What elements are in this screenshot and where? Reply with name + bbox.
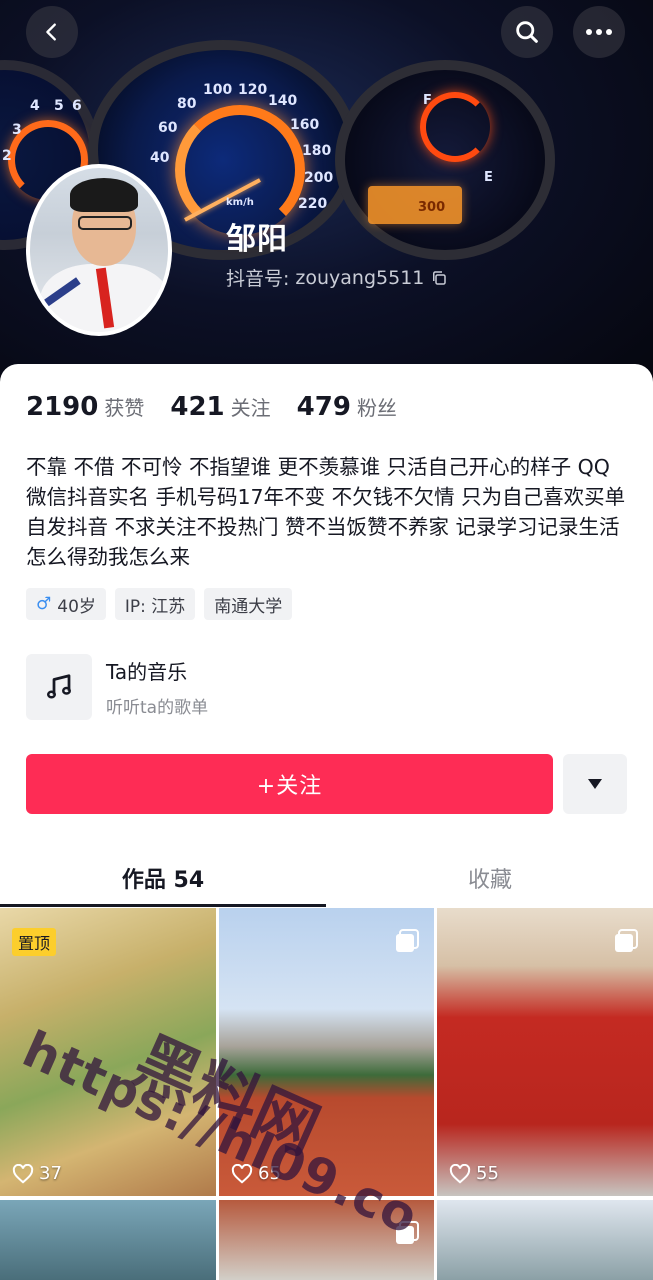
douyin-id[interactable]: 抖音号: zouyang5511 [226,264,448,291]
stat-likes[interactable]: 2190 获赞 [26,392,144,422]
tag-age: 40岁 [57,596,96,617]
tab-works[interactable]: 作品 54 [0,848,326,908]
profile-tags: ♂ 40岁 IP: 江苏 南通大学 [26,588,293,620]
douyin-id-label: 抖音号: [226,268,290,290]
multi-image-icon [396,929,419,952]
stat-following-label: 关注 [230,396,271,420]
multi-image-icon [615,929,638,952]
back-button[interactable] [26,6,78,58]
cover-odometer-reading: 300 [418,200,446,215]
stat-likes-value: 2190 [26,392,99,422]
stat-followers[interactable]: 479 粉丝 [297,392,397,422]
like-count: 37 [12,1163,62,1184]
tag-ip: IP: 江苏 [114,588,196,620]
caret-down-icon [588,779,602,789]
cover-tick: 180 [302,143,332,159]
cover-tick: 4 [30,98,40,114]
cover-tick: 200 [304,170,334,186]
content-tabs: 作品 54 收藏 [0,848,653,910]
like-count-value: 55 [476,1163,499,1184]
cover-fuel-empty: E [484,170,493,185]
more-actions-dropdown[interactable] [563,754,627,814]
cover-tick: 80 [177,96,197,112]
cover-tick: 6 [72,98,82,114]
heart-icon [12,1163,34,1183]
tab-indicator [0,904,326,907]
male-icon: ♂ [36,594,52,614]
stat-following-value: 421 [170,392,225,422]
cover-tick: 5 [54,98,64,114]
music-text: Ta的音乐 听听ta的歌单 [106,656,208,718]
cover-tick: 100 [203,82,233,98]
profile-bio: 不靠 不借 不可怜 不指望谁 更不羡慕谁 只活自己开心的样子 QQ微信抖音实名 … [26,455,626,569]
like-count-value: 37 [39,1163,62,1184]
cover-odometer [368,186,462,224]
cover-tick: 220 [298,196,328,212]
stat-followers-value: 479 [296,392,351,422]
more-horizontal-icon [586,29,612,35]
avatar[interactable] [26,164,172,336]
cover-tick: 2 [2,148,12,164]
video-thumbnail[interactable] [437,1200,653,1280]
chevron-left-icon [46,23,56,41]
stat-following[interactable]: 421 关注 [170,392,270,422]
music-entry[interactable]: Ta的音乐 听听ta的歌单 [26,654,208,720]
cover-tick: 120 [238,82,268,98]
music-note-icon [47,674,71,699]
cover-fuel-full: F [423,93,432,108]
cover-tick: 160 [290,117,320,133]
music-subtitle: 听听ta的歌单 [106,698,209,718]
video-thumbnail[interactable] [0,1200,216,1280]
stat-followers-label: 粉丝 [356,396,397,420]
profile-name: 邹阳 [226,222,288,257]
stat-likes-label: 获赞 [104,396,145,420]
more-button[interactable] [573,6,625,58]
tag-school[interactable]: 南通大学 [204,588,293,620]
music-title: Ta的音乐 [106,660,188,684]
video-thumbnail[interactable]: 55 [437,908,653,1196]
search-button[interactable] [501,6,553,58]
follow-button[interactable]: +关注 [26,754,553,814]
cover-unit: km/h [226,197,254,208]
search-icon [516,21,538,43]
copy-icon[interactable] [430,269,448,287]
stats-row: 2190 获赞 421 关注 479 粉丝 [26,392,397,422]
douyin-id-value: zouyang5511 [295,266,425,289]
cover-tick: 3 [12,122,22,138]
pinned-badge: 置顶 [12,928,57,956]
like-count: 55 [449,1163,499,1184]
heart-icon [449,1163,471,1183]
cover-tick: 40 [150,150,170,166]
music-icon-box [26,654,92,720]
cover-tick: 60 [158,120,178,136]
profile-cover: 40 60 80 100 120 140 160 180 200 220 5 6… [0,0,653,400]
tag-gender-age: ♂ 40岁 [26,588,106,620]
tab-favorites[interactable]: 收藏 [327,848,653,908]
cover-tick: 140 [268,93,298,109]
